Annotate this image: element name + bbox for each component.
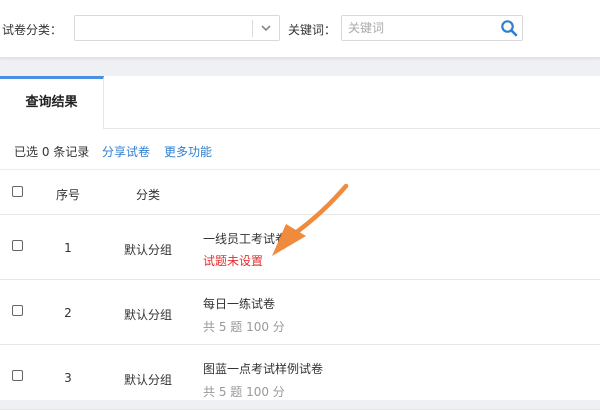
select-divider bbox=[252, 20, 253, 37]
keyword-label: 关键词： bbox=[288, 23, 337, 37]
table-header: 序号 分类 bbox=[0, 170, 600, 215]
table-row[interactable]: 3 默认分组 图蓝一点考试样例试卷 共 5 题 100 分 bbox=[0, 345, 600, 410]
paper-summary: 共 5 题 100 分 bbox=[203, 320, 285, 334]
paper-title[interactable]: 图蓝一点考试样例试卷 bbox=[203, 360, 323, 377]
results-panel: 查询结果 已选 0 条记录 分享试卷 更多功能 序号 分类 1 默认分组 一线员… bbox=[0, 76, 600, 410]
search-icon[interactable] bbox=[500, 19, 518, 37]
selected-count: 已选 0 条记录 bbox=[14, 145, 90, 159]
row-checkbox[interactable] bbox=[12, 305, 23, 316]
paper-title[interactable]: 每日一练试卷 bbox=[203, 295, 275, 312]
category-label: 试卷分类： bbox=[2, 23, 63, 37]
result-toolbar: 已选 0 条记录 分享试卷 更多功能 bbox=[0, 129, 600, 170]
filter-bar: 试卷分类： 关键词： bbox=[0, 0, 600, 58]
table-row[interactable]: 2 默认分组 每日一练试卷 共 5 题 100 分 bbox=[0, 280, 600, 345]
paper-warning: 试题未设置 bbox=[203, 254, 264, 268]
row-index: 2 bbox=[64, 306, 72, 320]
header-category: 分类 bbox=[135, 188, 160, 202]
tab-bar: 查询结果 bbox=[0, 76, 600, 129]
more-functions-link[interactable]: 更多功能 bbox=[164, 143, 212, 160]
header-index: 序号 bbox=[55, 188, 80, 202]
share-paper-link[interactable]: 分享试卷 bbox=[102, 143, 150, 160]
paper-summary: 共 5 题 100 分 bbox=[203, 385, 285, 399]
row-category: 默认分组 bbox=[123, 373, 172, 387]
tab-query-results[interactable]: 查询结果 bbox=[0, 76, 104, 129]
paper-title[interactable]: 一线员工考试卷 bbox=[203, 230, 287, 247]
category-select[interactable] bbox=[74, 15, 280, 41]
keyword-input[interactable] bbox=[341, 15, 523, 41]
chevron-down-icon[interactable] bbox=[260, 22, 272, 34]
select-all-checkbox[interactable] bbox=[12, 186, 23, 197]
table-row[interactable]: 1 默认分组 一线员工考试卷 试题未设置 bbox=[0, 215, 600, 280]
row-category: 默认分组 bbox=[123, 243, 172, 257]
row-checkbox[interactable] bbox=[12, 240, 23, 251]
row-checkbox[interactable] bbox=[12, 370, 23, 381]
row-index: 3 bbox=[64, 371, 72, 385]
row-category: 默认分组 bbox=[123, 308, 172, 322]
row-index: 1 bbox=[64, 241, 72, 255]
